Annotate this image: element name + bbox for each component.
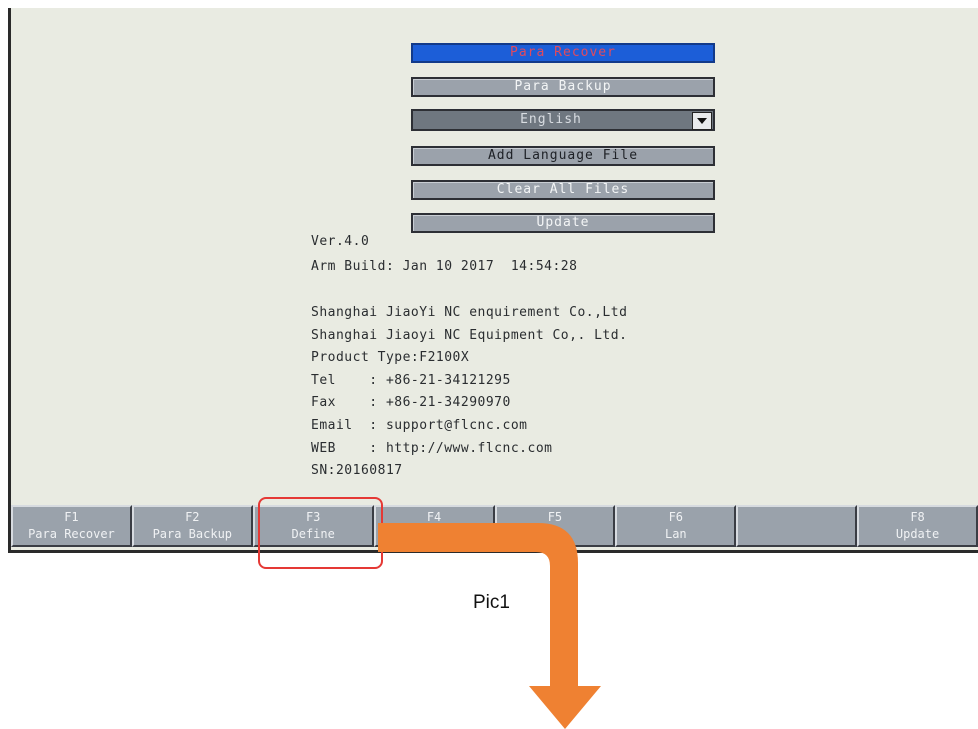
arrow-annotation-icon bbox=[378, 523, 601, 729]
pic-label: Pic1 bbox=[473, 592, 510, 613]
